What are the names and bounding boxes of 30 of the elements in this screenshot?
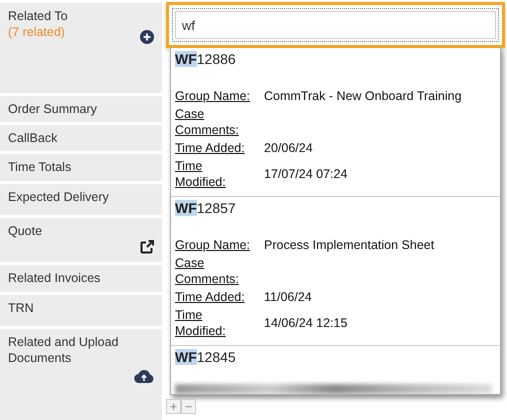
field-label: Time Modified: bbox=[175, 158, 227, 190]
field-label: Time Added: bbox=[175, 289, 246, 305]
result-title[interactable]: WF12857 bbox=[175, 199, 500, 217]
section-label: CallBack bbox=[8, 130, 58, 146]
field-label: Group Name: bbox=[175, 237, 251, 253]
add-icon[interactable] bbox=[140, 30, 154, 44]
section-label: Related Invoices bbox=[8, 270, 102, 286]
field-value: 11/06/24 bbox=[264, 289, 312, 305]
section-label: Time Totals bbox=[8, 159, 72, 175]
field-value: 20/06/24 bbox=[264, 140, 313, 156]
field-value: CommTrak - New Onboard Training bbox=[264, 88, 462, 104]
cloud-upload-icon[interactable] bbox=[134, 369, 154, 383]
external-link-icon[interactable] bbox=[140, 240, 154, 254]
field-label: Group Name: bbox=[175, 88, 251, 104]
result-title[interactable]: WF12845 bbox=[175, 348, 500, 366]
section-label: Quote bbox=[8, 223, 44, 239]
field-value: Process Implementation Sheet bbox=[264, 237, 434, 253]
result-title[interactable]: WF12886 bbox=[175, 50, 500, 68]
field-label: Time Added: bbox=[175, 140, 246, 156]
section-label: Expected Delivery bbox=[8, 189, 110, 205]
field-value: 17/07/24 07:24 bbox=[264, 166, 348, 182]
field-label: Case Comments: bbox=[175, 255, 240, 287]
search-field[interactable]: wf bbox=[175, 11, 496, 39]
section-label: TRN bbox=[8, 300, 35, 316]
section-label: Related To bbox=[8, 8, 69, 24]
section-label: Related and Upload Documents bbox=[8, 334, 120, 366]
field-label: Case Comments: bbox=[175, 106, 240, 138]
section-label: Order Summary bbox=[8, 101, 98, 117]
field-label: Time Modified: bbox=[175, 307, 227, 339]
field-value: 14/06/24 12:15 bbox=[264, 315, 348, 331]
